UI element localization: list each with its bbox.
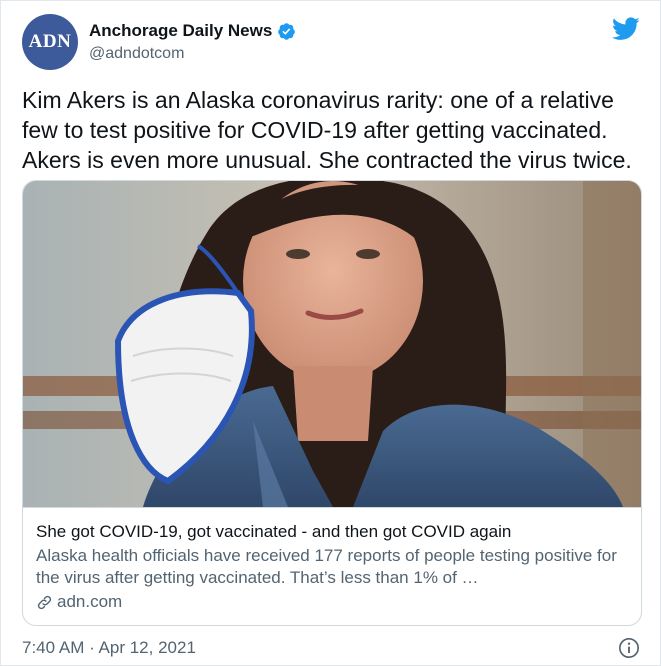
twitter-bird-icon[interactable]	[612, 17, 640, 41]
avatar[interactable]: ADN	[22, 14, 78, 70]
display-name[interactable]: Anchorage Daily News	[89, 21, 272, 41]
tweet-text: Kim Akers is an Alaska coronavirus rarit…	[22, 87, 632, 173]
author-name-row: Anchorage Daily News	[89, 21, 296, 41]
avatar-text: ADN	[28, 31, 72, 52]
link-card[interactable]: She got COVID-19, got vaccinated - and t…	[22, 180, 642, 626]
link-icon	[37, 595, 52, 609]
card-domain-text: adn.com	[57, 592, 123, 611]
handle[interactable]: @adndotcom	[89, 45, 184, 63]
tweet-timestamp[interactable]: 7:40 AM · Apr 12, 2021	[22, 638, 196, 658]
info-icon[interactable]	[618, 637, 640, 659]
card-meta[interactable]: She got COVID-19, got vaccinated - and t…	[23, 507, 641, 625]
tweet-embed: ADN Anchorage Daily News @adndotcom Kim …	[0, 0, 661, 666]
card-description: Alaska health officials have received 17…	[36, 546, 617, 587]
verified-badge-icon	[278, 22, 296, 40]
card-domain[interactable]: adn.com	[36, 591, 628, 613]
card-image[interactable]	[23, 181, 641, 507]
card-title[interactable]: She got COVID-19, got vaccinated - and t…	[36, 521, 628, 543]
